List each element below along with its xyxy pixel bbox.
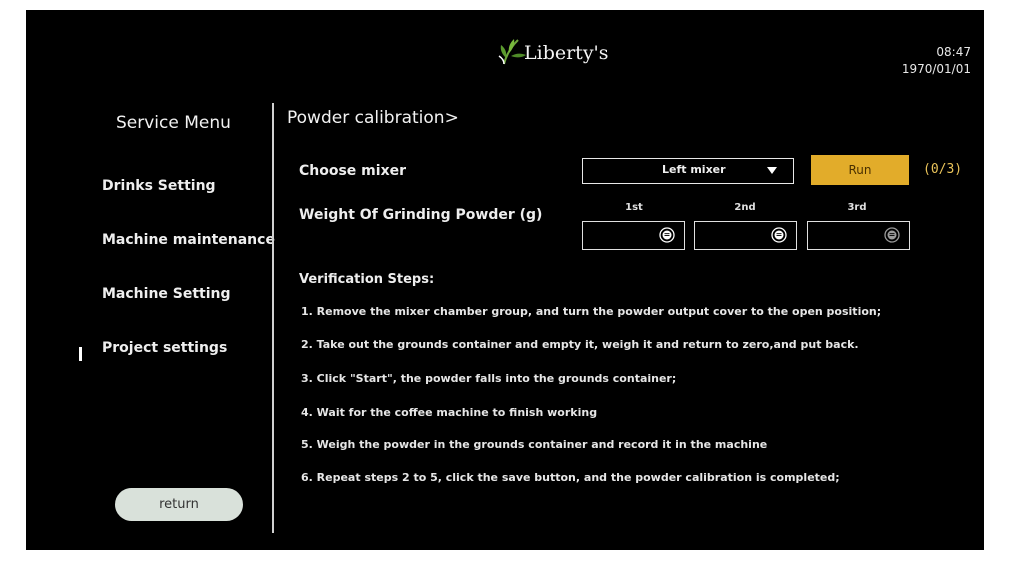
sidebar-divider bbox=[272, 103, 274, 533]
keypad-icon bbox=[771, 227, 787, 243]
clock: 08:47 1970/01/01 bbox=[902, 44, 971, 78]
return-button[interactable]: return bbox=[115, 488, 243, 521]
screen: Liberty's 08:47 1970/01/01 Service Menu … bbox=[26, 10, 984, 550]
weight-input-2[interactable] bbox=[694, 221, 797, 250]
sidebar-item-machine-setting[interactable]: Machine Setting bbox=[102, 286, 231, 302]
choose-mixer-label: Choose mixer bbox=[299, 163, 406, 179]
weight-label: Weight Of Grinding Powder (g) bbox=[299, 207, 543, 223]
mixer-dropdown[interactable]: Left mixer bbox=[582, 158, 794, 184]
brand-name: Liberty's bbox=[524, 42, 609, 64]
page-title: Powder calibration> bbox=[287, 108, 459, 128]
clock-time: 08:47 bbox=[936, 45, 971, 59]
run-button[interactable]: Run bbox=[811, 155, 909, 185]
verification-steps-title: Verification Steps: bbox=[299, 272, 435, 287]
verification-step: 6. Repeat steps 2 to 5, click the save b… bbox=[301, 471, 840, 484]
clock-date: 1970/01/01 bbox=[901, 62, 971, 76]
verification-step: 3. Click "Start", the powder falls into … bbox=[301, 372, 677, 385]
brand-logo: Liberty's bbox=[496, 36, 609, 66]
sidebar-item-machine-maintenance[interactable]: Machine maintenance bbox=[102, 232, 275, 248]
trial-3-label: 3rd bbox=[847, 202, 867, 213]
verification-step: 5. Weigh the powder in the grounds conta… bbox=[301, 438, 768, 451]
active-item-marker bbox=[79, 347, 82, 361]
trial-1-label: 1st bbox=[625, 202, 643, 213]
sidebar-title: Service Menu bbox=[116, 113, 231, 133]
run-counter: (0/3) bbox=[923, 162, 963, 177]
weight-input-1[interactable] bbox=[582, 221, 685, 250]
keypad-icon bbox=[659, 227, 675, 243]
weight-input-3[interactable] bbox=[807, 221, 910, 250]
verification-step: 1. Remove the mixer chamber group, and t… bbox=[301, 305, 882, 318]
trial-2-label: 2nd bbox=[734, 202, 756, 213]
verification-step: 2. Take out the grounds container and em… bbox=[301, 338, 859, 351]
sidebar-item-project-settings[interactable]: Project settings bbox=[102, 340, 227, 356]
verification-step: 4. Wait for the coffee machine to finish… bbox=[301, 406, 598, 419]
mixer-dropdown-value: Left mixer bbox=[662, 163, 726, 176]
sidebar-item-drinks-setting[interactable]: Drinks Setting bbox=[102, 178, 216, 194]
keypad-icon bbox=[884, 227, 900, 243]
triangle-down-icon bbox=[767, 167, 777, 174]
